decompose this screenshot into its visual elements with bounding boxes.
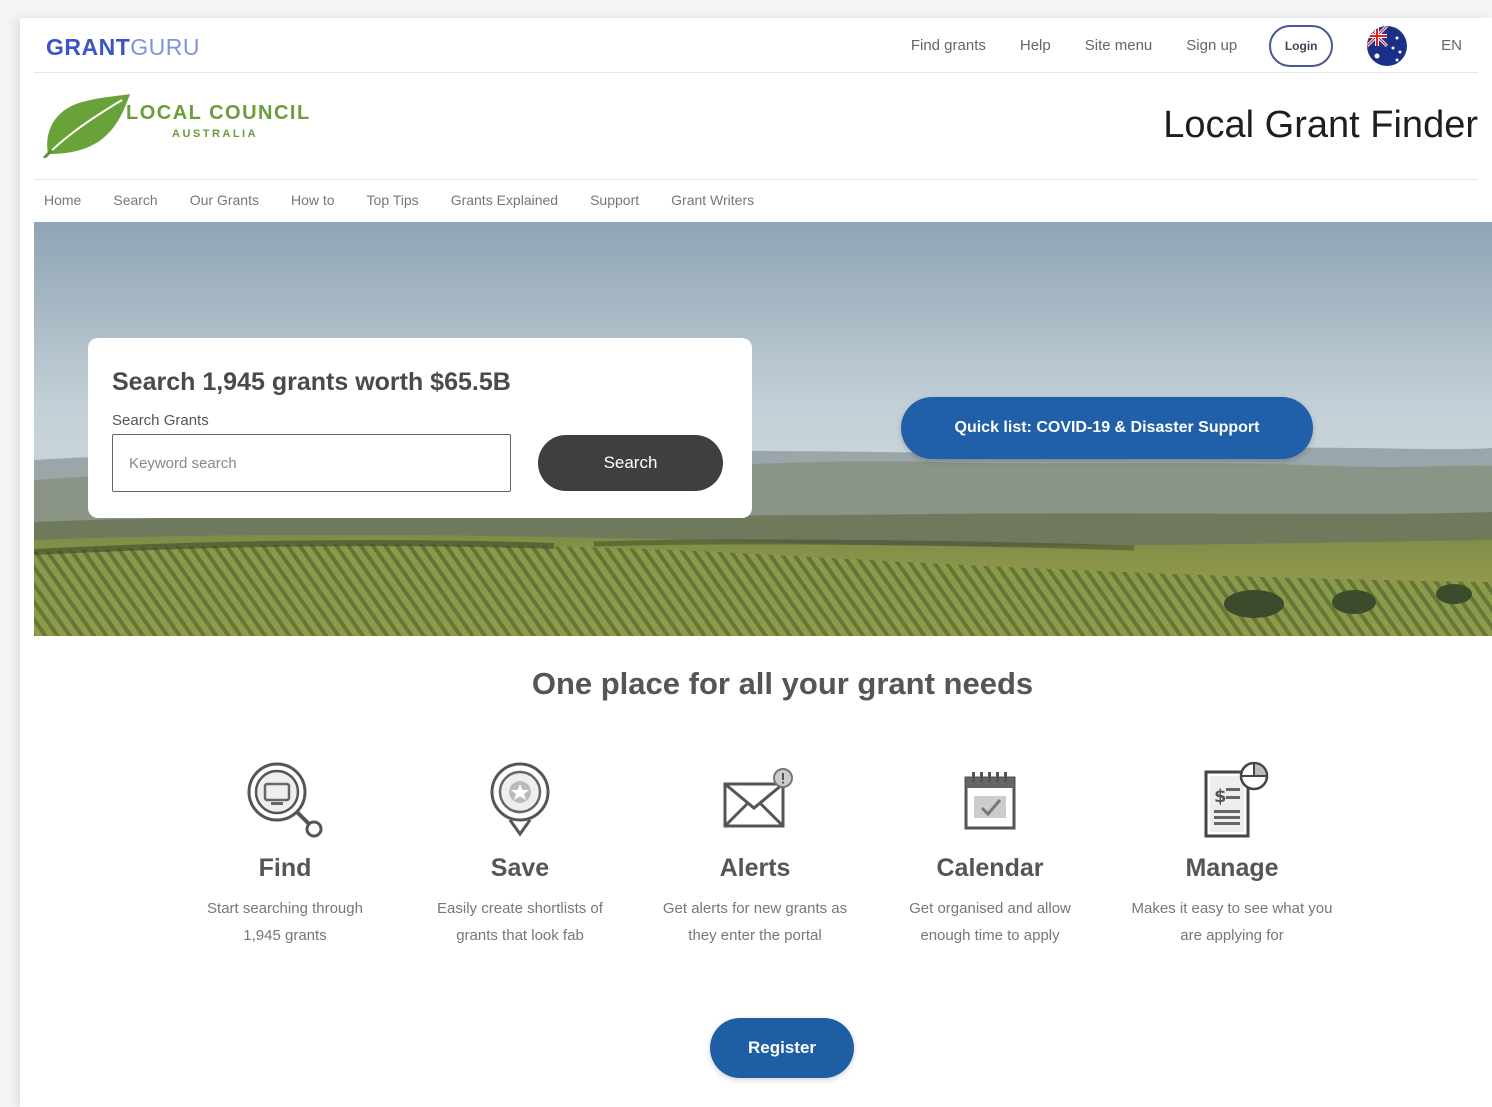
logo-text-line1: LOCAL COUNCIL [126,102,311,124]
feature-description-line: Easily create shortlists of [437,900,603,917]
register-button[interactable]: Register [710,1018,854,1078]
feature-find: Find Start searching through 1,945 grant… [170,758,400,949]
login-button[interactable]: Login [1269,24,1334,67]
envelope-icon [723,768,793,828]
feature-description: Easily create shortlists of grants that … [405,895,635,949]
feature-name: Alerts [719,854,791,882]
feature-description-line: Get alerts for new grants as [662,900,848,917]
page-title: Local Grant Finder [1163,104,1478,146]
search-button[interactable]: Search [538,435,723,491]
feature-name: Save [490,854,550,882]
features-heading: One place for all your grant needs [531,666,1034,701]
search-grants-label: Search Grants [112,412,209,429]
feature-description-line: Get organised and allow [909,900,1071,917]
feature-calendar: Calendar Get organised and allow enough … [875,758,1105,949]
subnav-our-grants[interactable]: Our Grants [190,192,259,208]
subnav-top-tips[interactable]: Top Tips [367,192,419,208]
brand-part2: GURU [130,34,201,60]
subnav-search[interactable]: Search [113,192,157,208]
search-card-title: Search 1,945 grants worth $65.5B [112,368,511,396]
feature-description-line: enough time to apply [920,927,1060,944]
feature-name: Calendar [936,854,1044,882]
feature-manage: $ Manage Makes it easy to see what you a… [1117,758,1347,949]
svg-text:$: $ [1214,786,1227,807]
grantguru-logo[interactable]: GRANTGURU [46,34,200,61]
language-selector[interactable]: EN [1441,37,1462,54]
logo-text-line2: AUSTRALIA [172,128,259,140]
feature-description-line: Makes it easy to see what you [1131,900,1333,917]
feature-description-line: grants that look fab [456,927,584,944]
australia-flag-icon[interactable] [1367,25,1408,66]
feature-description-line: they enter the portal [688,927,822,944]
feature-name: Manage [1185,854,1279,882]
quick-list-covid-button[interactable]: Quick list: COVID-19 & Disaster Support [901,397,1313,459]
nav-sign-up[interactable]: Sign up [1186,37,1237,54]
nav-site-menu[interactable]: Site menu [1085,37,1153,54]
calendar-icon [964,772,1016,830]
brand-part1: GRANT [46,34,131,60]
feature-save: Save Easily create shortlists of grants … [405,758,635,949]
nav-find-grants[interactable]: Find grants [911,37,986,54]
report-chart-icon: $ [1204,761,1269,838]
hero-banner: Search 1,945 grants worth $65.5B Search … [34,222,1492,636]
leaf-logo-icon[interactable] [42,92,134,163]
feature-alerts: Alerts Get alerts for new grants as they… [640,758,870,949]
feature-name: Find [258,854,312,882]
subnav-how-to[interactable]: How to [291,192,335,208]
top-nav: Find grants Help Site menu Sign up Login [877,18,1478,73]
browser-page: GRANTGURU Find grants Help Site menu Sig… [20,18,1492,1107]
feature-description: Makes it easy to see what you are applyi… [1117,895,1347,949]
feature-description-line: are applying for [1180,927,1284,944]
subnav-grant-writers[interactable]: Grant Writers [671,192,754,208]
feature-description: Start searching through 1,945 grants [170,895,400,949]
feature-description: Get organised and allow enough time to a… [875,895,1105,949]
secondary-nav: Home Search Our Grants How to Top Tips G… [44,188,786,212]
feature-description-line: 1,945 grants [243,927,327,944]
feature-description: Get alerts for new grants as they enter … [640,895,870,949]
top-bar: GRANTGURU Find grants Help Site menu Sig… [34,18,1478,73]
nav-help[interactable]: Help [1020,37,1051,54]
search-card: Search 1,945 grants worth $65.5B Search … [88,338,752,518]
subnav-grants-explained[interactable]: Grants Explained [451,192,558,208]
subnav-home[interactable]: Home [44,192,81,208]
keyword-search-input[interactable] [112,434,511,492]
feature-description-line: Start searching through [207,900,363,917]
badge-icon [490,762,550,837]
subnav-support[interactable]: Support [590,192,639,208]
magnifier-icon [247,762,323,838]
site-header: LOCAL COUNCIL AUSTRALIA Local Grant Find… [34,74,1478,180]
